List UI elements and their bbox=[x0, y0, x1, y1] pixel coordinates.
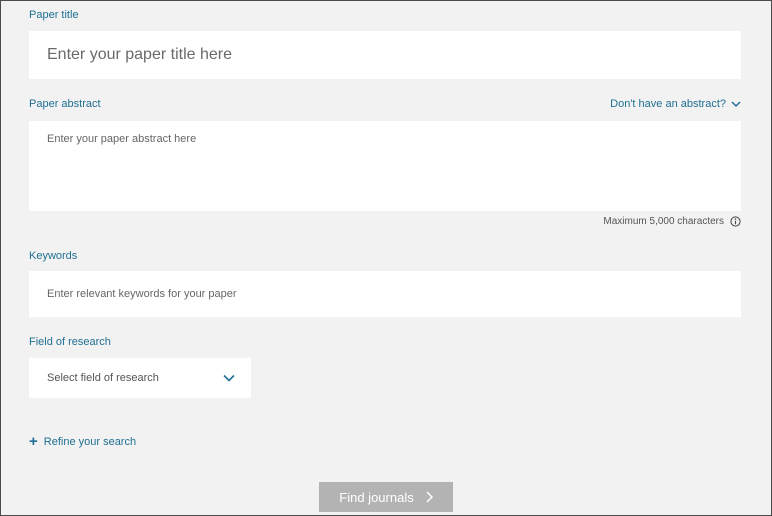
paper-title-field-container bbox=[29, 31, 741, 79]
field-of-research-selected-value: Select field of research bbox=[47, 372, 159, 384]
find-journals-label: Find journals bbox=[339, 489, 414, 505]
no-abstract-link[interactable]: Don't have an abstract? bbox=[610, 98, 741, 110]
max-characters-hint: Maximum 5,000 characters bbox=[603, 216, 741, 227]
paper-title-label: Paper title bbox=[29, 9, 79, 21]
refine-search-text: Refine your search bbox=[43, 435, 137, 448]
chevron-down-icon bbox=[223, 374, 235, 382]
paper-title-input[interactable] bbox=[29, 31, 741, 79]
paper-abstract-field-container bbox=[29, 121, 741, 211]
keywords-input[interactable] bbox=[29, 271, 741, 317]
find-journals-button[interactable]: Find journals bbox=[319, 482, 453, 512]
journal-finder-form: Paper title Paper abstract Don't have an… bbox=[0, 0, 772, 516]
max-characters-text: Maximum 5,000 characters bbox=[603, 216, 724, 227]
info-icon[interactable] bbox=[730, 216, 741, 227]
paper-abstract-label: Paper abstract bbox=[29, 98, 101, 110]
refine-search-toggle[interactable]: + Refine your search bbox=[29, 434, 136, 449]
no-abstract-link-text: Don't have an abstract? bbox=[610, 98, 726, 110]
chevron-down-icon bbox=[731, 100, 741, 107]
keywords-field-container bbox=[29, 271, 741, 317]
chevron-right-icon bbox=[426, 491, 433, 503]
plus-icon: + bbox=[29, 433, 38, 450]
paper-abstract-textarea[interactable] bbox=[29, 121, 741, 211]
field-of-research-label: Field of research bbox=[29, 336, 111, 348]
field-of-research-select[interactable]: Select field of research bbox=[29, 358, 251, 398]
keywords-label: Keywords bbox=[29, 250, 78, 262]
